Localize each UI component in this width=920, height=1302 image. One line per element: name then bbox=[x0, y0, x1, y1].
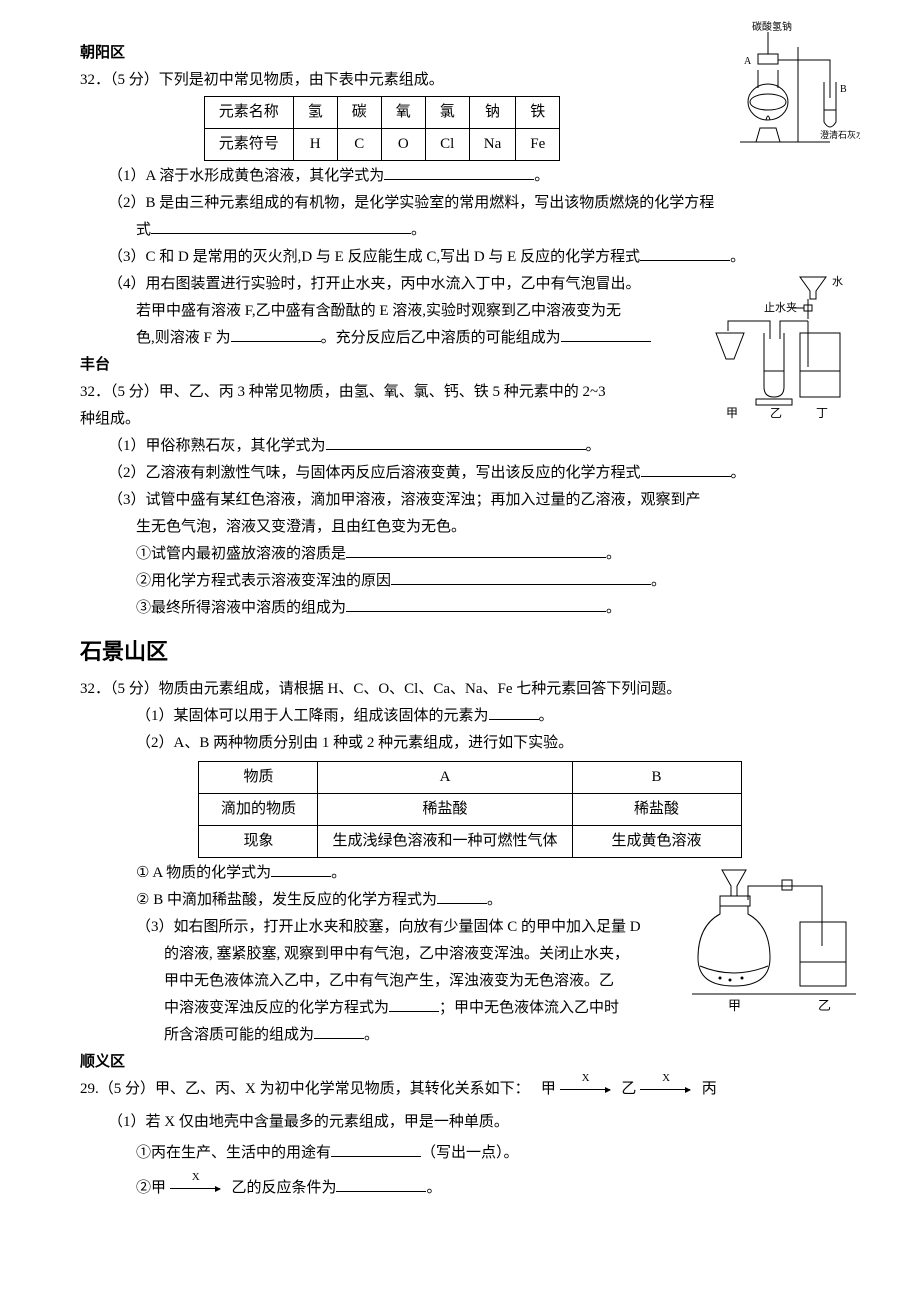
fengtai-p2: （2）乙溶液有刺激性气味，与固体丙反应后溶液变黄，写出该反应的化学方程式。 bbox=[80, 460, 860, 487]
shunyi-p1b: ②甲 X 乙的反应条件为。 bbox=[80, 1175, 860, 1202]
fig2-jia: 甲 bbox=[726, 406, 738, 420]
figure-apparatus-2: 水 止水夹 甲 乙 丁 bbox=[700, 271, 860, 421]
fengtai-p3b: 生无色气泡，溶液又变澄清，且由红色变为无色。 bbox=[80, 514, 860, 541]
table-cell: 稀盐酸 bbox=[572, 793, 741, 825]
table-cell: 铁 bbox=[516, 97, 560, 129]
table-cell: 碳 bbox=[337, 97, 381, 129]
arrow-icon: X bbox=[640, 1079, 698, 1099]
table-cell: 氢 bbox=[293, 97, 337, 129]
table-cell: 氯 bbox=[425, 97, 469, 129]
chaoyang-p1: （1）A 溶于水形成黄色溶液，其化学式为。 bbox=[80, 163, 860, 190]
fengtai-p3c: ①试管内最初盛放溶液的溶质是。 bbox=[80, 541, 860, 568]
fig2-ding: 丁 bbox=[816, 406, 828, 420]
fengtai-p1: （1）甲俗称熟石灰，其化学式为。 bbox=[80, 433, 860, 460]
section-shijingshan-title: 石景山区 bbox=[80, 632, 860, 672]
table-cell: B bbox=[572, 761, 741, 793]
shunyi-q-stem: 29.（5 分）甲、乙、丙、X 为初中化学常见物质，其转化关系如下： 甲 X 乙… bbox=[80, 1076, 860, 1103]
table-cell: O bbox=[381, 129, 425, 161]
shijingshan-p2: （2）A、B 两种物质分别由 1 种或 2 种元素组成，进行如下实验。 bbox=[80, 730, 860, 757]
arrow-icon: X bbox=[170, 1178, 228, 1198]
section-shunyi-title: 顺义区 bbox=[80, 1049, 860, 1076]
shijingshan-table: 物质 A B 滴加的物质 稀盐酸 稀盐酸 现象 生成浅绿色溶液和一种可燃性气体 … bbox=[198, 761, 741, 858]
table-cell: H bbox=[293, 129, 337, 161]
table-cell: 元素名称 bbox=[204, 97, 293, 129]
table-cell: A bbox=[318, 761, 572, 793]
table-cell: 生成浅绿色溶液和一种可燃性气体 bbox=[318, 825, 572, 857]
fig1-label-top: 碳酸氢钠 bbox=[752, 20, 792, 33]
table-cell: C bbox=[337, 129, 381, 161]
chaoyang-p2a: （2）B 是由三种元素组成的有机物，是化学实验室的常用燃料，写出该物质燃烧的化学… bbox=[80, 190, 860, 217]
fig1-label-a: A bbox=[744, 56, 752, 67]
table-cell: 滴加的物质 bbox=[199, 793, 318, 825]
figure-apparatus-3: 甲 乙 bbox=[690, 866, 860, 1016]
table-cell: 钠 bbox=[469, 97, 516, 129]
fengtai-p3a: （3）试管中盛有某红色溶液，滴加甲溶液，溶液变浑浊；再加入过量的乙溶液，观察到产 bbox=[80, 487, 860, 514]
table-cell: 稀盐酸 bbox=[318, 793, 572, 825]
fig2-water: 水 bbox=[832, 275, 843, 288]
shunyi-p1: （1）若 X 仅由地壳中含量最多的元素组成，甲是一种单质。 bbox=[80, 1109, 860, 1136]
arrow-icon: X bbox=[560, 1079, 618, 1099]
table-cell: 元素符号 bbox=[204, 129, 293, 161]
fig1-label-bottom: 澄清石灰水 bbox=[820, 129, 860, 140]
chaoyang-p2b: 式。 bbox=[80, 217, 860, 244]
fig3-jia: 甲 bbox=[728, 998, 741, 1013]
chaoyang-p3: （3）C 和 D 是常用的灭火剂,D 与 E 反应能生成 C,写出 D 与 E … bbox=[80, 244, 860, 271]
fig3-yi: 乙 bbox=[818, 998, 831, 1013]
table-cell: 生成黄色溶液 bbox=[572, 825, 741, 857]
shijingshan-q-stem: 32．（5 分）物质由元素组成，请根据 H、C、O、Cl、Ca、Na、Fe 七种… bbox=[80, 676, 860, 703]
shunyi-p1a: ①丙在生产、生活中的用途有（写出一点）。 bbox=[80, 1140, 860, 1167]
table-cell: Cl bbox=[425, 129, 469, 161]
table-cell: 物质 bbox=[199, 761, 318, 793]
figure-apparatus-1: 碳酸氢钠 A B 澄清石灰水 bbox=[690, 20, 860, 150]
chaoyang-elements-table: 元素名称 氢 碳 氧 氯 钠 铁 元素符号 H C O Cl Na Fe bbox=[204, 96, 561, 161]
fengtai-p3d: ②用化学方程式表示溶液变浑浊的原因。 bbox=[80, 568, 860, 595]
fig1-label-b: B bbox=[840, 84, 847, 95]
fig2-yi: 乙 bbox=[770, 406, 782, 420]
table-cell: 氧 bbox=[381, 97, 425, 129]
table-cell: 现象 bbox=[199, 825, 318, 857]
shijingshan-p3e: 所含溶质可能的组成为。 bbox=[80, 1022, 860, 1049]
table-cell: Na bbox=[469, 129, 516, 161]
shijingshan-p1: （1）某固体可以用于人工降雨，组成该固体的元素为。 bbox=[80, 703, 860, 730]
fengtai-p3e: ③最终所得溶液中溶质的组成为。 bbox=[80, 595, 860, 622]
table-cell: Fe bbox=[516, 129, 560, 161]
